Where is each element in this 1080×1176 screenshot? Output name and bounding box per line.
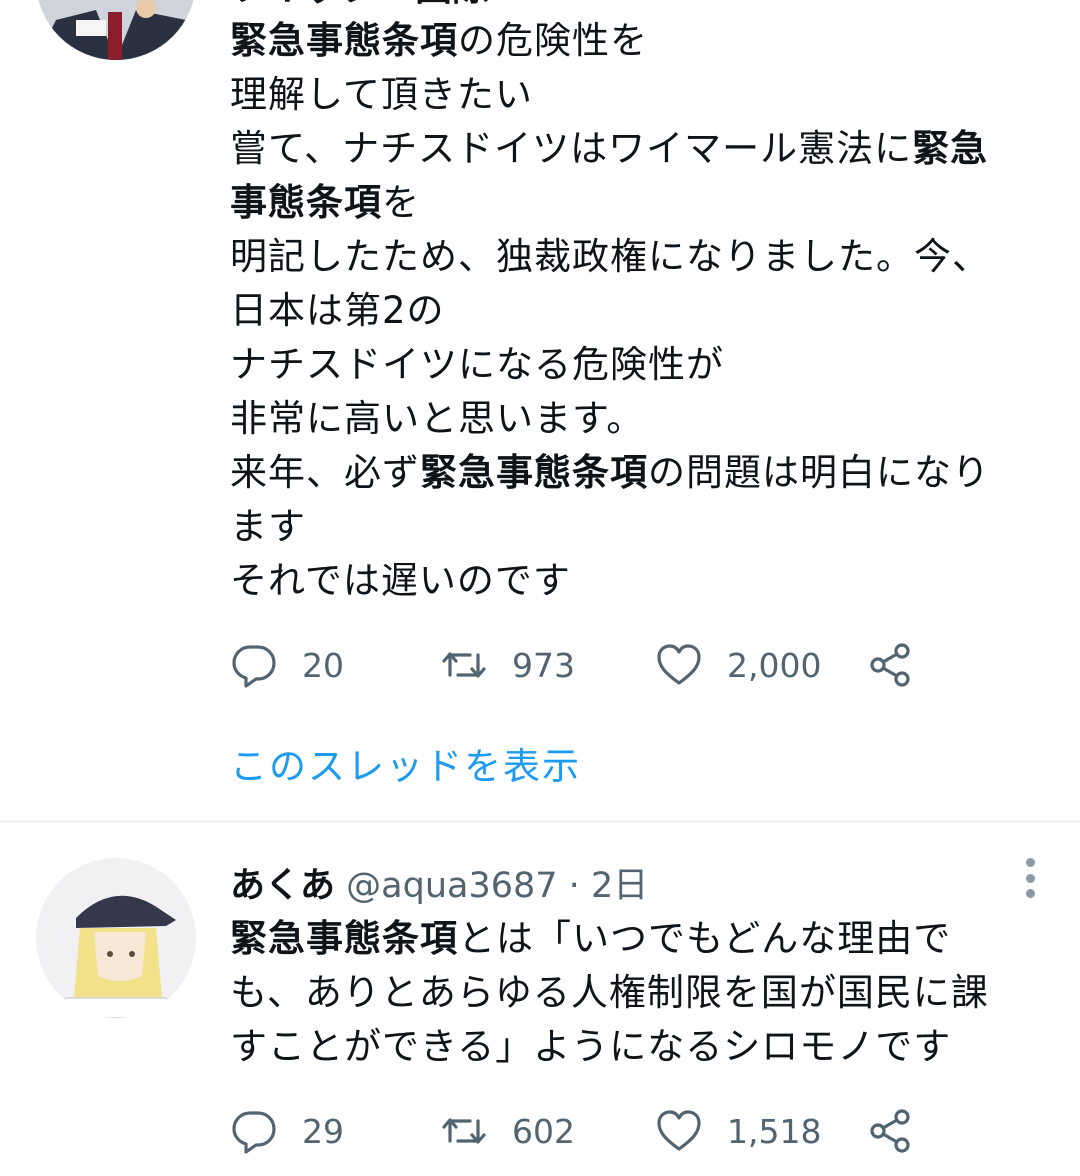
highlighted-term: 緊急事態条項 [230,917,458,960]
text-segment: も、ありとあらゆる人権制限を国が国民に課 [230,971,989,1014]
heart-icon [657,644,701,685]
text-segment: 非常に高いと思います。 [230,397,645,440]
like-count: 2,000 [727,645,822,685]
tweet-2[interactable]: あくあ @aqua3687 · 2日 緊急事態条項とは「いつでもどんな理由でも、… [0,824,1080,1176]
tweet-text-line: 事態条項を [230,176,1050,230]
reply-icon [232,1111,276,1154]
tweet-header: あくあ @aqua3687 · 2日 [230,864,648,908]
tweet-text-line: それでは遅いのです [230,554,1050,608]
text-segment: それでは遅いのです [230,559,571,602]
tweet-actions: 29 602 1,518 [230,1106,950,1156]
tweet-text-line: 緊急事態条項とは「いつでもどんな理由で [230,912,1050,966]
show-thread-link[interactable]: このスレッドを表示 [230,736,581,790]
highlighted-term: 緊急事態条項 [420,451,648,494]
tweet-text-line: ナチスドイツになる危険性が [230,338,1050,392]
tweet-text-line: 理解して頂きたい [230,68,1050,122]
avatar-image [36,0,196,60]
text-segment: 嘗て、ナチスドイツはワイマール憲法に [230,127,913,170]
tweet-text-line: 嘗て、ナチスドイツはワイマール憲法に緊急 [230,122,1050,176]
like-count: 1,518 [727,1111,822,1151]
share-icon [870,1109,910,1153]
share-button[interactable] [866,1106,914,1156]
highlighted-term: 緊急 [912,127,989,170]
heart-icon [657,1110,701,1151]
retweet-button[interactable]: 602 [440,1106,575,1156]
more-icon[interactable] [1024,858,1036,898]
retweet-count: 602 [512,1111,575,1151]
reply-count: 29 [302,1111,344,1151]
text-segment: を [382,181,420,224]
tweet-text-line: 緊急事態条項の危険性を [230,14,1050,68]
reply-button[interactable]: 29 [230,1106,344,1156]
share-button[interactable] [866,640,914,690]
share-icon [870,643,910,687]
display-name[interactable]: ツイッター国際 [230,0,489,8]
text-segment: 理解して頂きたい [230,73,533,116]
tweet-text-line: 明記したため、独裁政権になりました。今、 [230,230,1050,284]
highlighted-term: 緊急事態条項 [230,19,458,62]
text-segment: 来年、必ず [230,451,420,494]
user-handle[interactable]: @aqua3687 [346,866,557,906]
tweet-text-line: すことができる」ようになるシロモノです [230,1020,1050,1074]
text-segment: の危険性を [458,19,648,62]
reply-icon [232,645,276,688]
tweet-text-line: ます [230,500,1050,554]
display-name[interactable]: あくあ [230,866,335,906]
retweet-button[interactable]: 973 [440,640,575,690]
tweet-text: 緊急事態条項の危険性を 理解して頂きたい 嘗て、ナチスドイツはワイマール憲法に緊急事… [230,14,1050,608]
like-button[interactable]: 1,518 [655,1106,821,1156]
tweet-text-line: も、ありとあらゆる人権制限を国が国民に課 [230,966,1050,1020]
text-segment: ます [230,505,306,548]
avatar[interactable] [36,858,196,1018]
divider [0,820,1080,823]
retweet-icon [442,1118,486,1144]
text-segment: の問題は明白になり [648,451,990,494]
text-segment: 日本は第2の [230,289,445,332]
retweet-count: 973 [512,645,575,685]
text-segment: とは「いつでもどんな理由で [458,917,952,960]
retweet-icon [442,652,486,678]
avatar[interactable] [36,0,196,60]
text-segment: 明記したため、独裁政権になりました。今、 [230,235,990,278]
tweet-text-line: 非常に高いと思います。 [230,392,1050,446]
text-segment: すことができる」ようになるシロモノです [230,1025,952,1068]
tweet-text-line: 来年、必ず緊急事態条項の問題は明白になり [230,446,1050,500]
highlighted-term: 事態条項 [230,181,382,224]
like-button[interactable]: 2,000 [655,640,821,690]
reply-count: 20 [302,645,344,685]
reply-button[interactable]: 20 [230,640,344,690]
separator-dot: · [568,866,580,906]
timestamp[interactable]: 2日 [591,866,648,906]
tweet-1[interactable]: ツイッター国際 緊急事態条項の危険性を理解して頂きたい嘗て、ナチスドイツはワイマ… [0,0,1080,820]
avatar-image [36,858,196,1018]
tweet-text: 緊急事態条項とは「いつでもどんな理由でも、ありとあらゆる人権制限を国が国民に課す… [230,912,1050,1074]
tweet-text-line: 日本は第2の [230,284,1050,338]
tweet-actions: 20 973 2,000 [230,640,950,690]
text-segment: ナチスドイツになる危険性が [230,343,724,386]
